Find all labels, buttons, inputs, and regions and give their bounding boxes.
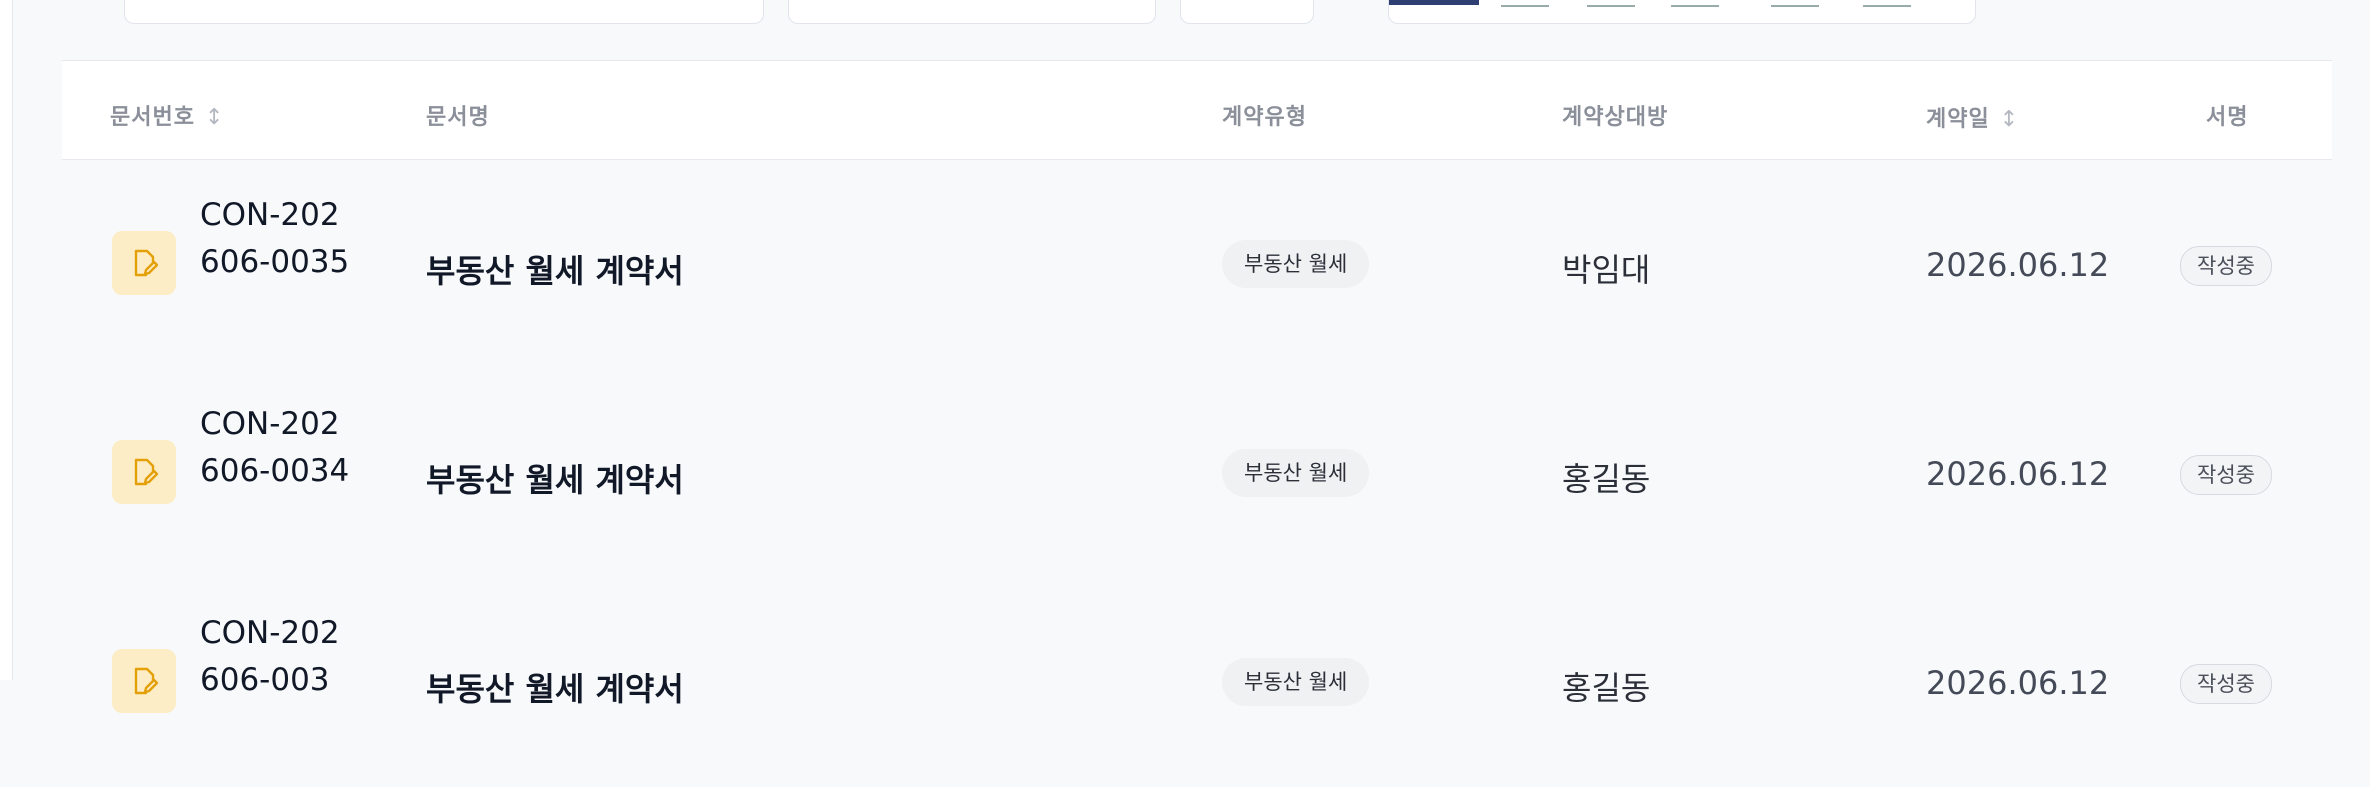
doc-number: CON-202606-0034 [200,406,350,489]
column-header-doc-no[interactable]: 문서번호 ↕ [110,99,224,131]
sidebar-edge [0,0,13,680]
column-header-label: 계약일 [1926,107,1990,132]
column-header-label: 서명 [2206,105,2249,130]
contract-date: 2026.06.12 [1926,455,2110,493]
segment-3[interactable] [1587,0,1635,7]
document-edit-icon [112,649,176,713]
table-row[interactable]: CON-202606-003 부동산 월세 계약서 부동산 월세 홍길동 202… [62,578,2332,787]
segment-5[interactable] [1771,0,1819,7]
contract-type-badge: 부동산 월세 [1222,658,1370,706]
doc-name[interactable]: 부동산 월세 계약서 [426,664,684,710]
type-filter-select[interactable] [788,0,1156,24]
sort-icon[interactable]: ↕ [205,105,224,130]
contracts-table: 문서번호 ↕ 문서명 계약유형 계약상대방 계약일 ↕ 서명 CON-202606-… [62,60,2332,787]
segment-2[interactable] [1501,0,1549,7]
table-row[interactable]: CON-202606-0034 부동산 월세 계약서 부동산 월세 홍길동 20… [62,369,2332,578]
filter-bar [0,0,2370,26]
status-filter-select[interactable] [1180,0,1314,24]
search-input[interactable] [124,0,764,24]
segment-6[interactable] [1863,0,1911,7]
segment-4[interactable] [1671,0,1719,7]
doc-number: CON-202606-0035 [200,197,350,280]
counterparty: 박임대 [1562,251,1651,289]
contract-date: 2026.06.12 [1926,664,2110,702]
column-header-label: 계약유형 [1222,105,1307,130]
document-edit-icon [112,231,176,295]
column-header-label: 문서번호 [110,105,195,130]
segmented-filter[interactable] [1388,0,1976,24]
doc-name[interactable]: 부동산 월세 계약서 [426,246,684,292]
doc-name[interactable]: 부동산 월세 계약서 [426,455,684,501]
counterparty: 홍길동 [1562,460,1651,498]
column-header-label: 문서명 [426,105,490,130]
column-header-contract-type: 계약유형 [1222,99,1307,131]
status-badge: 작성중 [2180,664,2272,704]
counterparty: 홍길동 [1562,669,1651,707]
sort-icon[interactable]: ↕ [2000,107,2019,132]
column-header-signature: 서명 [2206,99,2248,131]
table-header: 문서번호 ↕ 문서명 계약유형 계약상대방 계약일 ↕ 서명 [62,60,2332,160]
column-header-doc-name: 문서명 [426,99,490,131]
status-badge: 작성중 [2180,246,2272,286]
status-badge: 작성중 [2180,455,2272,495]
contract-type-badge: 부동산 월세 [1222,240,1370,288]
doc-number: CON-202606-003 [200,615,340,698]
segment-active[interactable] [1389,0,1479,5]
document-edit-icon [112,440,176,504]
contract-type-badge: 부동산 월세 [1222,449,1370,497]
column-header-label: 계약상대방 [1562,105,1669,130]
contract-date: 2026.06.12 [1926,246,2110,284]
column-header-counterparty: 계약상대방 [1562,99,1668,131]
column-header-contract-date[interactable]: 계약일 ↕ [1926,101,2019,133]
table-row[interactable]: CON-202606-0035 부동산 월세 계약서 부동산 월세 박임대 20… [62,160,2332,369]
